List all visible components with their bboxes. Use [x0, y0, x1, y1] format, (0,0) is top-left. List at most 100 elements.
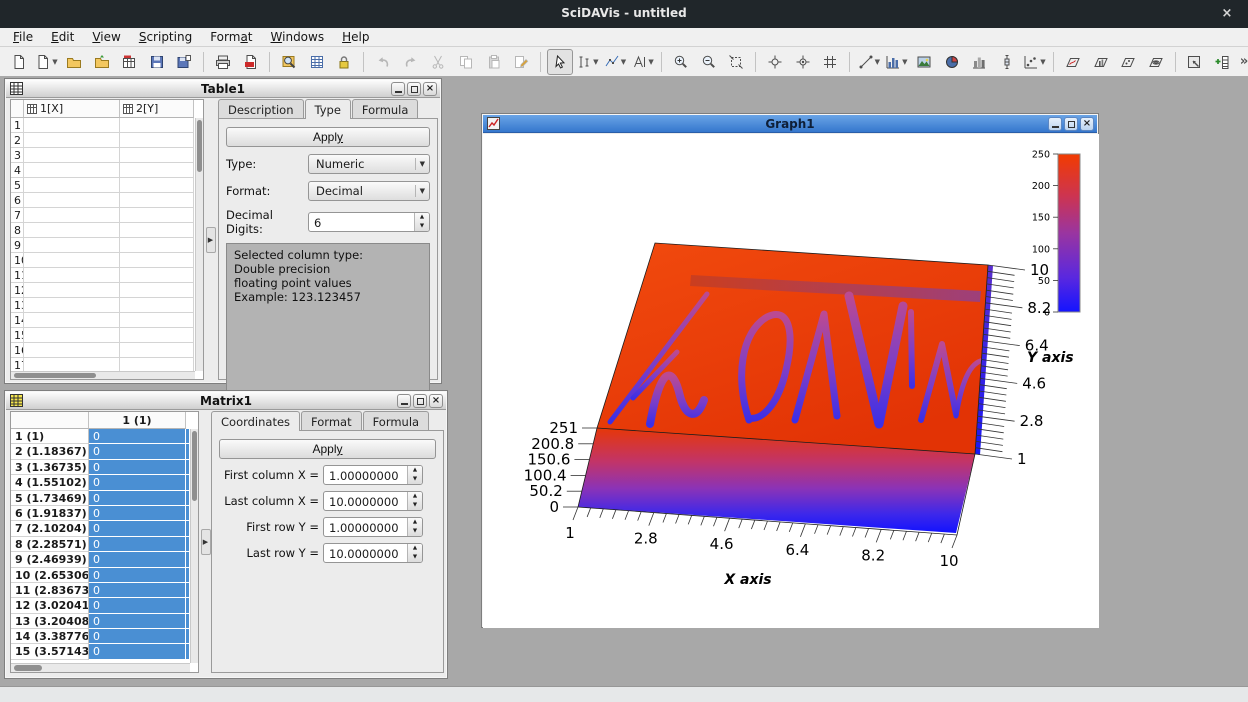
corner-header[interactable]: [11, 100, 24, 118]
chevron-right-icon[interactable]: ▶: [206, 227, 216, 253]
cell[interactable]: [120, 118, 194, 133]
matrix1-tab-format[interactable]: Format: [301, 411, 362, 431]
apply-button[interactable]: Apply: [226, 127, 430, 147]
redo-button[interactable]: [398, 49, 424, 75]
vertical-scrollbar[interactable]: [195, 118, 203, 371]
edit-button[interactable]: [508, 49, 534, 75]
row-header[interactable]: 15: [11, 328, 24, 343]
maximize-icon[interactable]: [1064, 117, 1078, 131]
scrollbar-thumb[interactable]: [14, 665, 42, 671]
minimize-icon[interactable]: [391, 82, 405, 96]
cell-partial[interactable]: [186, 644, 189, 659]
matrix1-grid[interactable]: 1 (1)1 (1)02 (1.18367)03 (1.36735)04 (1.…: [10, 411, 199, 673]
close-icon[interactable]: ×: [1218, 5, 1236, 23]
plot3d-ribbon-button[interactable]: [1060, 49, 1086, 75]
zoom-out-button[interactable]: [696, 49, 722, 75]
lock-button[interactable]: [332, 49, 358, 75]
cell[interactable]: [24, 298, 120, 313]
cell-selected[interactable]: 0: [89, 629, 186, 644]
cell[interactable]: [24, 148, 120, 163]
show-spreadsheet-button[interactable]: [304, 49, 330, 75]
cell[interactable]: [24, 193, 120, 208]
table1-tab-formula[interactable]: Formula: [352, 99, 419, 119]
cell[interactable]: [120, 313, 194, 328]
row-header[interactable]: 3 (1.36735): [11, 460, 89, 475]
select-data-range-button[interactable]: [817, 49, 843, 75]
scrollbar-thumb[interactable]: [192, 431, 197, 501]
close-icon[interactable]: ×: [429, 394, 443, 408]
new-project-button[interactable]: [6, 49, 32, 75]
row-header[interactable]: 15 (3.57143): [11, 644, 89, 659]
row-header[interactable]: 13 (3.20408): [11, 614, 89, 629]
row-header[interactable]: 14 (3.38776): [11, 629, 89, 644]
row-header[interactable]: 2 (1.18367): [11, 444, 89, 459]
cell-selected[interactable]: 0: [89, 475, 186, 490]
row-header[interactable]: 3: [11, 148, 24, 163]
cell[interactable]: [24, 328, 120, 343]
cell[interactable]: [24, 343, 120, 358]
spin-down-icon[interactable]: ▼: [415, 222, 429, 231]
cell[interactable]: [24, 118, 120, 133]
cell[interactable]: [120, 343, 194, 358]
cell[interactable]: [120, 328, 194, 343]
cell-selected[interactable]: 0: [89, 429, 186, 444]
row-header[interactable]: 12 (3.02041): [11, 598, 89, 613]
cell[interactable]: [120, 178, 194, 193]
row-header[interactable]: 11: [11, 268, 24, 283]
add-layer-button[interactable]: [1209, 49, 1235, 75]
cell-selected[interactable]: 0: [89, 444, 186, 459]
row-header[interactable]: 13: [11, 298, 24, 313]
cell[interactable]: [120, 268, 194, 283]
cell-partial[interactable]: [186, 444, 189, 459]
cell-partial[interactable]: [186, 568, 189, 583]
spin-down-icon[interactable]: ▼: [408, 501, 422, 510]
cell-partial[interactable]: [186, 429, 189, 444]
maximize-icon[interactable]: [413, 394, 427, 408]
row-header[interactable]: 6: [11, 193, 24, 208]
table1-titlebar[interactable]: Table1 ×: [6, 80, 440, 98]
menu-view[interactable]: View: [83, 29, 129, 45]
export-pdf-button[interactable]: [238, 49, 264, 75]
pointer-button[interactable]: [547, 49, 573, 75]
menu-windows[interactable]: Windows: [262, 29, 334, 45]
menu-file[interactable]: File: [4, 29, 42, 45]
matrix1-panel-splitter[interactable]: ▶: [200, 411, 211, 673]
cell-partial[interactable]: [186, 598, 189, 613]
minimize-icon[interactable]: [397, 394, 411, 408]
cell[interactable]: [24, 253, 120, 268]
print-button[interactable]: [210, 49, 236, 75]
cell-selected[interactable]: 0: [89, 491, 186, 506]
chevron-right-icon[interactable]: ▶: [201, 529, 211, 555]
column-header[interactable]: 2[Y]: [120, 100, 194, 118]
cell[interactable]: [24, 268, 120, 283]
table1-window[interactable]: Table1 × 1[X]2[Y]12345678910111213141516…: [4, 78, 442, 384]
horizontal-scrollbar[interactable]: [11, 663, 190, 672]
cell[interactable]: [24, 313, 120, 328]
spin-up-icon[interactable]: ▲: [408, 544, 422, 553]
row-header[interactable]: 10 (2.65306): [11, 568, 89, 583]
cell[interactable]: [24, 208, 120, 223]
cell[interactable]: [120, 193, 194, 208]
cell-partial[interactable]: [186, 583, 189, 598]
close-icon[interactable]: ×: [423, 82, 437, 96]
apply-button[interactable]: Apply: [219, 439, 436, 459]
spin-down-icon[interactable]: ▼: [408, 475, 422, 484]
cell-selected[interactable]: 0: [89, 460, 186, 475]
spin-up-icon[interactable]: ▲: [408, 466, 422, 475]
menu-edit[interactable]: Edit: [42, 29, 83, 45]
error-bars-dropdown-button[interactable]: ▼: [575, 49, 601, 75]
cell[interactable]: [24, 223, 120, 238]
row-header[interactable]: 10: [11, 253, 24, 268]
cell[interactable]: [120, 148, 194, 163]
cell-selected[interactable]: 0: [89, 598, 186, 613]
new-window-dropdown-button[interactable]: ▼: [34, 49, 60, 75]
screen-reader-button[interactable]: [762, 49, 788, 75]
graph1-canvas[interactable]: 251200.8150.6100.450.2012.84.66.48.21012…: [483, 134, 1099, 628]
table1-tab-type[interactable]: Type: [305, 99, 351, 119]
cell-selected[interactable]: 0: [89, 583, 186, 598]
cell[interactable]: [24, 163, 120, 178]
import-ascii-button[interactable]: [116, 49, 142, 75]
cell[interactable]: [24, 238, 120, 253]
spin-up-icon[interactable]: ▲: [415, 213, 429, 222]
cell[interactable]: [120, 253, 194, 268]
